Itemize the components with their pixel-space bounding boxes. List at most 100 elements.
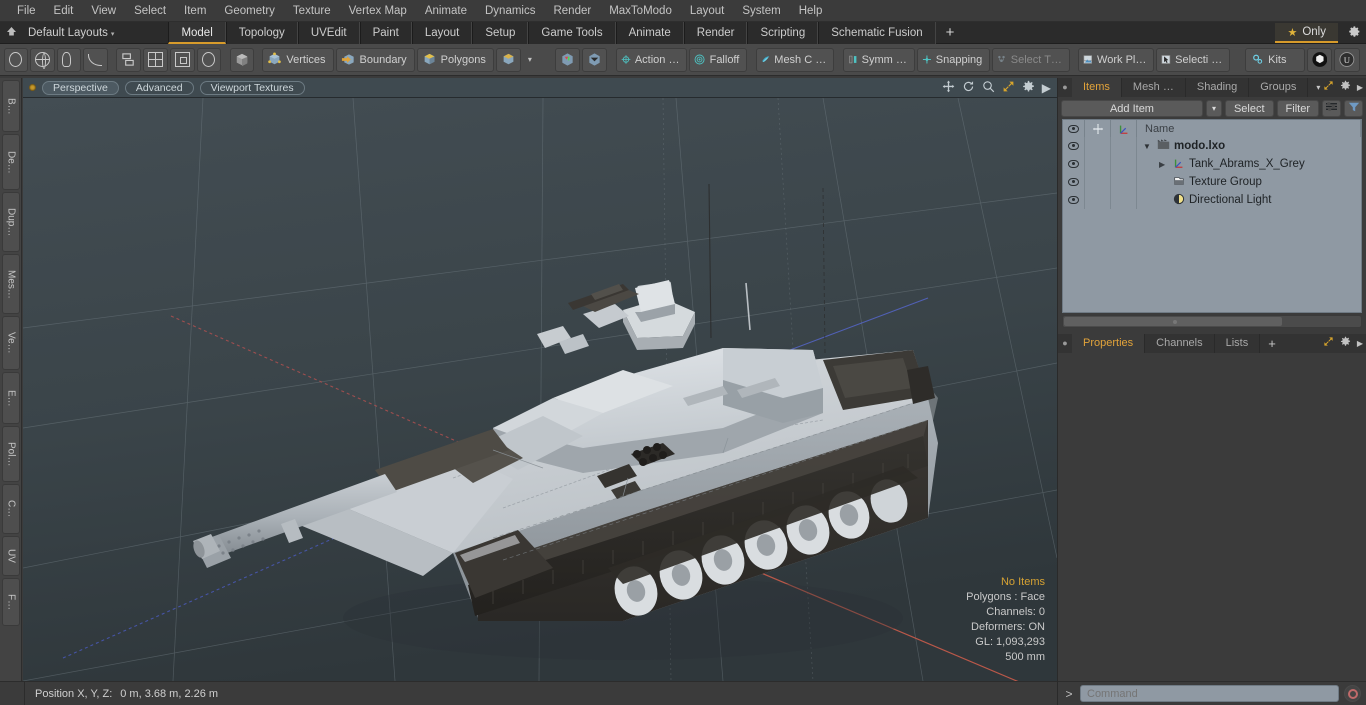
zoom-icon[interactable] bbox=[982, 80, 995, 96]
viewport-state-dot[interactable] bbox=[29, 84, 36, 91]
panel-menu-dot-icon[interactable]: ● bbox=[1058, 78, 1072, 97]
ellipse-tool[interactable] bbox=[4, 47, 28, 72]
gear-icon[interactable] bbox=[1348, 25, 1361, 41]
tab-layout[interactable]: Layout bbox=[411, 21, 473, 44]
add-tab-button[interactable]: + bbox=[936, 23, 965, 43]
curve-tool[interactable] bbox=[83, 47, 108, 72]
tab-scripting[interactable]: Scripting bbox=[747, 21, 819, 44]
deformer-cell[interactable] bbox=[1111, 155, 1137, 173]
vtab-vertex[interactable]: Ve… bbox=[2, 316, 20, 370]
modo-logo-icon[interactable] bbox=[1306, 47, 1333, 72]
menu-item-render[interactable]: Render bbox=[544, 1, 600, 21]
arrow-right-icon[interactable]: ▶ bbox=[1042, 81, 1051, 95]
visibility-toggle[interactable] bbox=[1063, 155, 1085, 173]
tab-paint[interactable]: Paint bbox=[359, 21, 412, 44]
vtab-duplicate[interactable]: Dup… bbox=[2, 192, 20, 252]
item-list[interactable]: ▼ modo.lxo ▶ Tank_Abrams_X_Grey Texture … bbox=[1062, 137, 1362, 313]
menu-item-system[interactable]: System bbox=[733, 1, 789, 21]
viewport-3d-canvas[interactable]: Y X Z No Items Polygons : Face Channels:… bbox=[23, 98, 1057, 681]
kits-button[interactable]: Kits bbox=[1245, 47, 1305, 72]
expander-icon[interactable]: ▶ bbox=[1159, 160, 1169, 169]
tab-topology[interactable]: Topology bbox=[225, 21, 298, 44]
transform-cell[interactable] bbox=[1085, 173, 1111, 191]
viewport-shading-button[interactable]: Advanced bbox=[124, 80, 194, 95]
mesh-constraint-button[interactable]: Mesh C … bbox=[755, 47, 835, 72]
list-item-mesh[interactable]: ▶ Tank_Abrams_X_Grey bbox=[1063, 155, 1361, 173]
deformer-cell[interactable] bbox=[1111, 191, 1137, 209]
column-visibility-eye-icon[interactable] bbox=[1063, 119, 1085, 138]
rotate-icon[interactable] bbox=[962, 80, 975, 96]
menu-item-item[interactable]: Item bbox=[175, 1, 215, 21]
vtab-basic[interactable]: B… bbox=[2, 80, 20, 132]
selection-mode-extra[interactable] bbox=[495, 47, 521, 72]
deformer-cell[interactable] bbox=[1111, 173, 1137, 191]
menu-item-geometry[interactable]: Geometry bbox=[215, 1, 284, 21]
menu-item-texture[interactable]: Texture bbox=[284, 1, 340, 21]
menu-item-file[interactable]: File bbox=[8, 1, 45, 21]
falloff-button[interactable]: Falloff bbox=[689, 47, 748, 72]
column-deformer-icon[interactable] bbox=[1111, 119, 1137, 138]
symmetry-button[interactable]: Symm … bbox=[842, 47, 915, 72]
record-icon[interactable] bbox=[1344, 685, 1361, 702]
properties-panel-content[interactable] bbox=[1058, 353, 1366, 663]
tab-setup[interactable]: Setup bbox=[472, 21, 529, 44]
expand-icon[interactable] bbox=[1323, 80, 1334, 94]
viewport-textures-button[interactable]: Viewport Textures bbox=[199, 80, 305, 95]
menu-item-edit[interactable]: Edit bbox=[45, 1, 83, 21]
vtab-edge[interactable]: E… bbox=[2, 372, 20, 424]
list-options-icon[interactable] bbox=[1322, 99, 1341, 117]
vtab-uv[interactable]: UV bbox=[2, 536, 20, 576]
item-name-cell[interactable]: ▼ modo.lxo bbox=[1137, 137, 1361, 155]
pen-tool[interactable] bbox=[57, 47, 81, 72]
menu-item-select[interactable]: Select bbox=[125, 1, 175, 21]
move-icon[interactable] bbox=[942, 80, 955, 96]
list-item-directional-light[interactable]: Directional Light bbox=[1063, 191, 1361, 209]
item-name-cell[interactable]: ▶ Tank_Abrams_X_Grey bbox=[1137, 155, 1361, 173]
transform-cell[interactable] bbox=[1085, 137, 1111, 155]
item-name-cell[interactable]: Texture Group bbox=[1137, 173, 1361, 191]
tab-channels[interactable]: Channels bbox=[1145, 334, 1215, 353]
snapping-button[interactable]: Snapping bbox=[916, 47, 991, 72]
tab-render[interactable]: Render bbox=[683, 21, 748, 44]
expander-icon[interactable]: ▼ bbox=[1143, 142, 1153, 151]
menu-item-maxtomodo[interactable]: MaxToModo bbox=[600, 1, 681, 21]
funnel-icon[interactable] bbox=[1344, 99, 1363, 117]
tab-uvedit[interactable]: UVEdit bbox=[297, 21, 360, 44]
vtab-mesh[interactable]: Mes… bbox=[2, 254, 20, 314]
axis-icon-b[interactable] bbox=[582, 47, 608, 72]
menu-item-view[interactable]: View bbox=[82, 1, 125, 21]
vtab-polygon[interactable]: Pol… bbox=[2, 426, 20, 482]
list-item-scene[interactable]: ▼ modo.lxo bbox=[1063, 137, 1361, 155]
selection-set-button[interactable]: Selecti … bbox=[1156, 47, 1231, 72]
column-name-header[interactable]: Name bbox=[1137, 119, 1361, 138]
gear-icon[interactable] bbox=[1340, 336, 1351, 350]
tab-items[interactable]: Items bbox=[1072, 78, 1122, 97]
selection-mode-vertices[interactable]: Vertices bbox=[262, 47, 334, 72]
layout-selector[interactable]: Default Layouts ▾ bbox=[22, 27, 118, 39]
add-item-dropdown[interactable]: ▾ bbox=[1205, 99, 1222, 117]
filter-button[interactable]: Filter bbox=[1276, 99, 1319, 117]
vtab-curve[interactable]: C… bbox=[2, 484, 20, 534]
scrollbar-thumb[interactable] bbox=[1064, 317, 1282, 326]
unreal-logo-icon[interactable]: U bbox=[1334, 47, 1360, 72]
expand-icon[interactable] bbox=[1323, 336, 1334, 350]
axis-icon-a[interactable] bbox=[555, 47, 581, 72]
select-through-button[interactable]: Select T… bbox=[992, 47, 1070, 72]
transform-cell[interactable] bbox=[1085, 155, 1111, 173]
globe-tool[interactable] bbox=[30, 47, 55, 72]
action-center-button[interactable]: Action … bbox=[615, 47, 688, 72]
tab-mesh[interactable]: Mesh … bbox=[1122, 78, 1186, 97]
home-icon[interactable] bbox=[0, 26, 22, 40]
cube-icon[interactable] bbox=[229, 47, 254, 72]
menu-item-vertex-map[interactable]: Vertex Map bbox=[340, 1, 416, 21]
gear-icon[interactable] bbox=[1022, 80, 1035, 96]
vtab-fusion[interactable]: F… bbox=[2, 578, 20, 626]
command-input[interactable] bbox=[1080, 685, 1339, 702]
viewport-projection-button[interactable]: Perspective bbox=[42, 80, 119, 95]
tab-schematic-fusion[interactable]: Schematic Fusion bbox=[818, 21, 936, 44]
tab-animate[interactable]: Animate bbox=[615, 21, 684, 44]
menu-item-animate[interactable]: Animate bbox=[416, 1, 476, 21]
maximize-icon[interactable] bbox=[1002, 80, 1015, 96]
only-toggle-button[interactable]: ★ Only bbox=[1275, 23, 1338, 43]
visibility-toggle[interactable] bbox=[1063, 173, 1085, 191]
